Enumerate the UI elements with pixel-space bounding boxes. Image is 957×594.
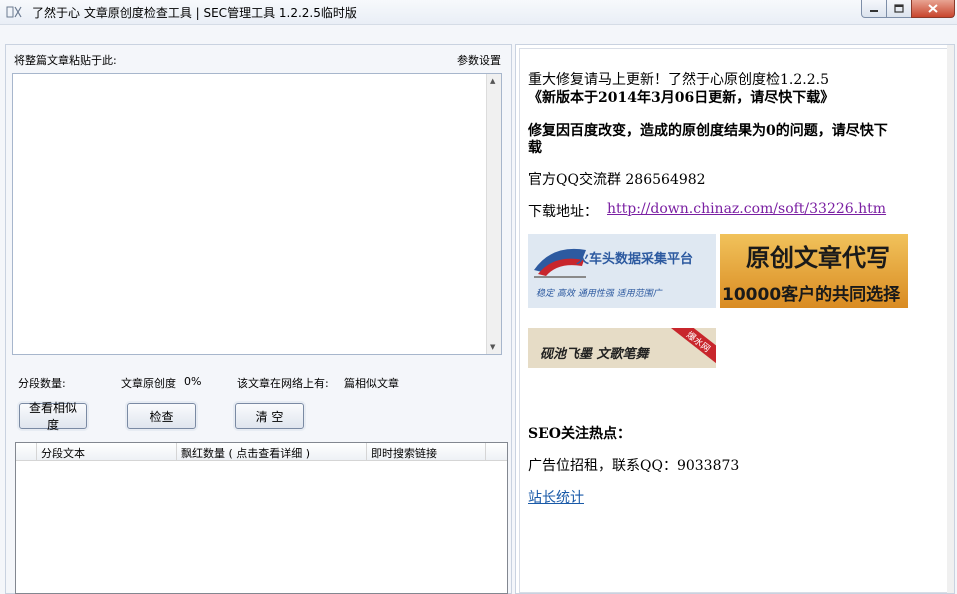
originality-label: 文章原创度 <box>121 377 176 390</box>
online-label: 该文章在网络上有: <box>237 377 329 390</box>
qq-group-text: 官方QQ交流群 286564982 <box>528 172 706 188</box>
download-link[interactable]: http://down.chinaz.com/soft/33226.htm <box>607 201 886 217</box>
download-label: 下载地址： <box>528 204 598 220</box>
banner-calligraphy[interactable]: 砚池飞墨 文歌笔舞 爆水网 <box>528 328 716 368</box>
banner1-tagline: 稳定 高效 通用性强 适用范围广 <box>536 289 662 299</box>
banner2-title: 原创文章代写 <box>746 244 890 272</box>
headline-text: 重大修复请马上更新！了然于心原创度检1.2.2.5 <box>528 72 829 88</box>
settings-link[interactable]: 参数设置 <box>457 52 501 68</box>
column-separator <box>366 443 367 460</box>
maximize-button[interactable] <box>886 0 912 18</box>
banner3-ribbon: 爆水网 <box>667 328 716 368</box>
info-panel: 重大修复请马上更新！了然于心原创度检1.2.2.5 《新版本于2014年3月06… <box>515 44 955 594</box>
ad-text: 广告位招租，联系QQ：9033873 <box>528 458 740 474</box>
textarea-scrollbar[interactable]: ▲ ▼ <box>486 74 501 354</box>
stats-link[interactable]: 站长统计 <box>528 487 584 507</box>
originality-value: 0% <box>184 375 202 388</box>
view-similarity-button[interactable]: 查看相似度 <box>19 401 87 432</box>
fix-notice-line2: 载 <box>528 140 542 156</box>
scroll-down-icon[interactable]: ▼ <box>490 343 495 351</box>
update-notice: 《新版本于2014年3月06日更新，请尽快下载》 <box>528 90 835 106</box>
close-icon <box>928 4 938 13</box>
column-header-red-count[interactable]: 飘红数量 ( 点击查看详细 ) <box>181 445 310 461</box>
check-button[interactable]: 检查 <box>127 403 196 429</box>
banner-locomotive[interactable]: 火车头数据采集平台 稳定 高效 通用性强 适用范围广 <box>528 234 716 308</box>
column-separator <box>485 443 486 460</box>
maximize-icon <box>894 4 904 13</box>
app-icon <box>6 6 22 18</box>
article-textarea[interactable]: ▲ ▼ <box>12 73 502 355</box>
banner3-text: 砚池飞墨 文歌笔舞 <box>540 347 649 362</box>
column-separator <box>36 443 37 460</box>
column-header-segment[interactable]: 分段文本 <box>41 445 85 461</box>
column-header-search-link[interactable]: 即时搜索链接 <box>371 445 437 461</box>
info-scrollbar[interactable] <box>947 45 954 593</box>
banner-ghostwriting[interactable]: 原创文章代写 10000客户的共同选择 <box>720 234 908 308</box>
minimize-icon <box>870 9 878 12</box>
similar-count-label: 篇相似文章 <box>344 377 399 390</box>
clear-button[interactable]: 清 空 <box>235 403 304 429</box>
scroll-up-icon[interactable]: ▲ <box>490 77 495 85</box>
seo-heading: SEO关注热点： <box>528 426 631 442</box>
table-header: 分段文本 飘红数量 ( 点击查看详细 ) 即时搜索链接 <box>16 443 507 461</box>
banner3-ribbon-text: 爆水网 <box>684 330 712 355</box>
fix-notice-line1: 修复因百度改变，造成的原创度结果为0的问题，请尽快下 <box>528 123 888 139</box>
banner2-subtitle: 10000客户的共同选择 <box>722 285 901 305</box>
paste-label: 将整篇文章粘贴于此: <box>14 54 117 67</box>
column-separator <box>176 443 177 460</box>
window-title: 了然于心 文章原创度检查工具 | SEC管理工具 1.2.2.5临时版 <box>32 6 357 20</box>
close-button[interactable] <box>911 0 955 18</box>
segments-label: 分段数量: <box>18 377 66 390</box>
results-table[interactable]: 分段文本 飘红数量 ( 点击查看详细 ) 即时搜索链接 <box>15 442 508 594</box>
banner1-title: 火车头数据采集平台 <box>576 252 694 267</box>
title-bar: 了然于心 文章原创度检查工具 | SEC管理工具 1.2.2.5临时版 <box>0 0 957 25</box>
minimize-button[interactable] <box>861 0 887 18</box>
